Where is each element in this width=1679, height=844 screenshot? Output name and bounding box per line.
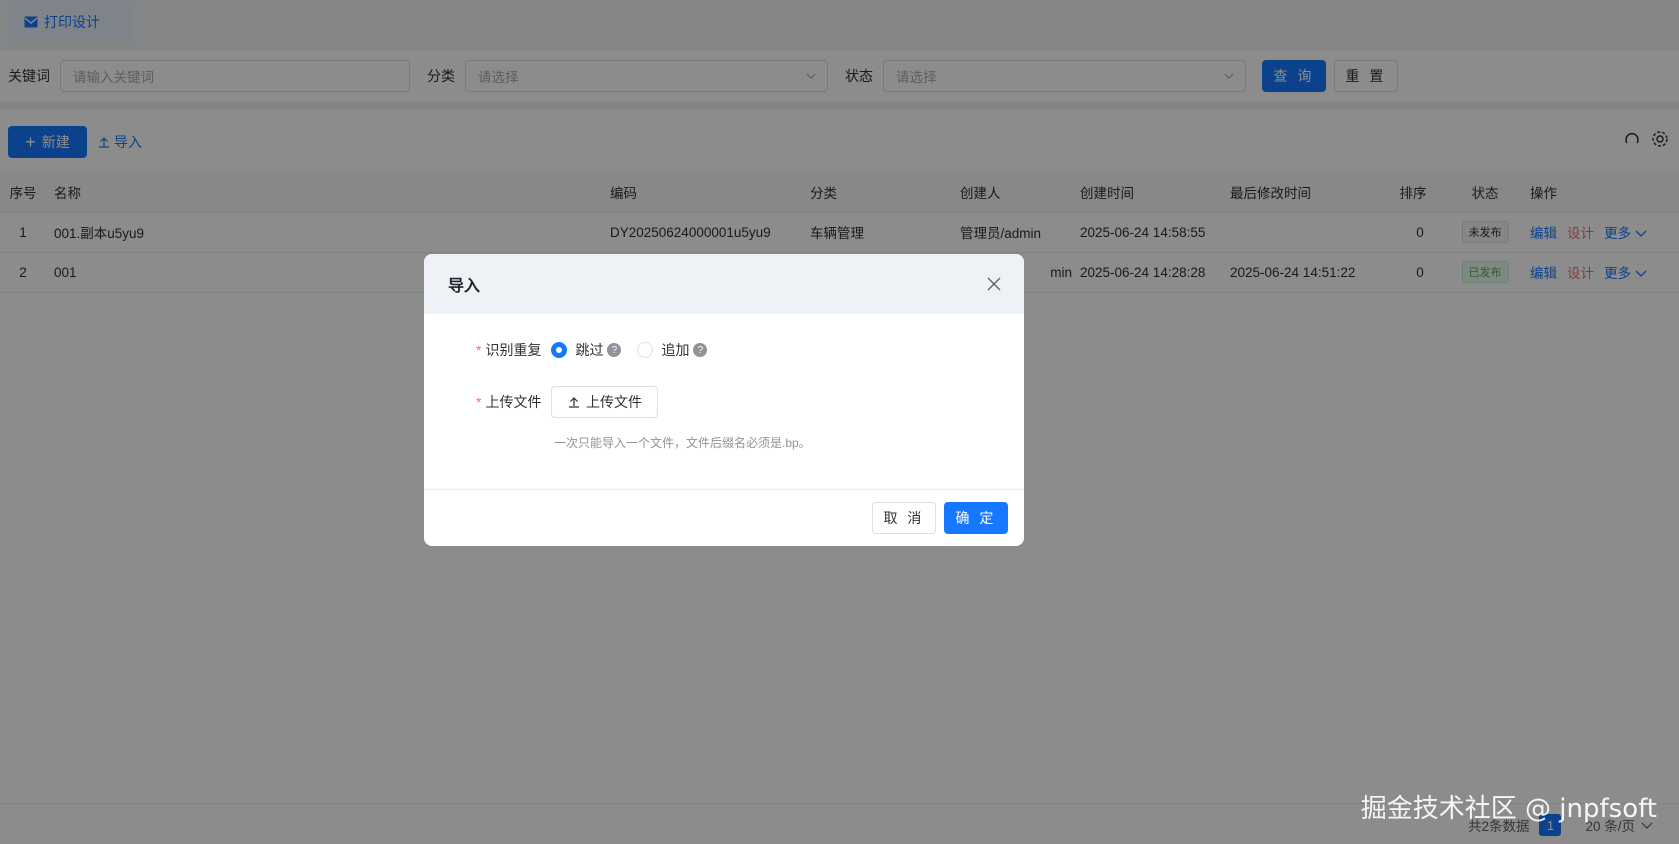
upload-hint: 一次只能导入一个文件，文件后缀名必须是.bp。: [554, 436, 811, 450]
radio-append-label: 追加: [661, 342, 690, 358]
upload-button-label: 上传文件: [585, 394, 642, 410]
radio-skip[interactable]: 跳过 ?: [551, 340, 622, 360]
close-icon[interactable]: [986, 276, 1002, 292]
dialog-header: 导入: [424, 254, 1024, 314]
required-mark: *: [476, 394, 482, 410]
radio-dot-checked: [551, 342, 568, 358]
duplicate-row: * 识别重复 跳过 ? 追加 ?: [476, 340, 708, 360]
dialog-body: * 识别重复 跳过 ? 追加 ? * 上传文件 上传文件 一次只能导入一个文件，…: [424, 314, 1024, 490]
radio-skip-label: 跳过: [575, 342, 604, 358]
upload-row: * 上传文件 上传文件: [476, 386, 659, 418]
dialog-footer: 取 消 确 定: [424, 490, 1024, 546]
radio-dot: [637, 342, 654, 358]
confirm-button[interactable]: 确 定: [944, 502, 1008, 534]
radio-append[interactable]: 追加 ?: [637, 340, 708, 360]
cancel-button[interactable]: 取 消: [872, 502, 936, 534]
upload-icon: [568, 397, 579, 408]
dialog-title: 导入: [448, 278, 481, 295]
duplicate-label: 识别重复: [485, 342, 542, 358]
import-dialog: 导入 * 识别重复 跳过 ? 追加 ? * 上传文件 上传文件 一次只能导入一个…: [424, 254, 1024, 546]
watermark: 掘金技术社区 @ jnpfsoft: [1360, 794, 1657, 824]
help-icon[interactable]: ?: [607, 343, 622, 357]
required-mark: *: [476, 342, 482, 358]
help-icon[interactable]: ?: [693, 343, 708, 357]
upload-label: 上传文件: [485, 394, 542, 410]
upload-file-button[interactable]: 上传文件: [551, 386, 659, 418]
